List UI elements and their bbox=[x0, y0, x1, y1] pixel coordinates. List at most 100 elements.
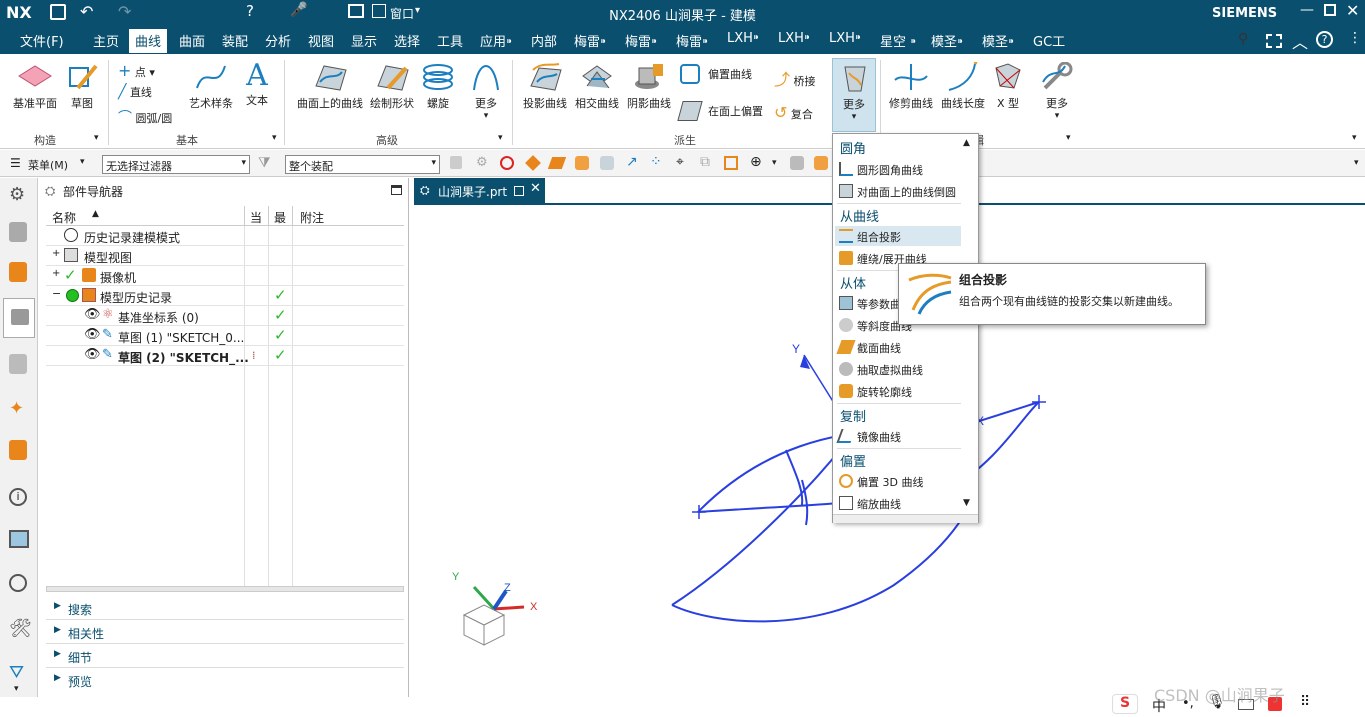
tree-row-datum-csys[interactable]: 👁 ⚛ 基准坐标系 (0) ✓ bbox=[46, 306, 404, 326]
no-entry-icon[interactable] bbox=[500, 156, 514, 170]
body-icon[interactable] bbox=[575, 156, 589, 170]
menu-item-offset-3d[interactable]: 偏置 3D 曲线 bbox=[835, 471, 961, 491]
offset-on-face-button[interactable]: 在面上偏置 bbox=[677, 101, 763, 121]
collapse-ribbon-icon[interactable]: ︿ bbox=[1292, 29, 1308, 53]
menu-view[interactable]: 视图 bbox=[308, 31, 334, 50]
minimize-icon[interactable]: — bbox=[1300, 2, 1314, 18]
menu-plugin-1[interactable]: 梅雷⁍ bbox=[574, 31, 607, 50]
info-icon[interactable]: i bbox=[9, 488, 27, 506]
snap-point-icon[interactable]: ⌖ bbox=[676, 154, 684, 170]
menu-assembly[interactable]: 装配 bbox=[222, 31, 248, 50]
bridge-curve-button[interactable]: ⤴ 桥接 bbox=[774, 66, 816, 90]
offset-curve-button[interactable]: 偏置曲线 bbox=[680, 64, 752, 84]
selection-scope-select[interactable]: 整个装配 ▾ bbox=[285, 155, 440, 174]
web-browser-icon[interactable] bbox=[9, 440, 27, 460]
group-basic-dropdown-icon[interactable]: ▾ bbox=[272, 133, 277, 143]
expand-icon[interactable]: + bbox=[52, 268, 60, 279]
feature-select-icon[interactable]: ⚙ bbox=[476, 155, 488, 170]
tools-icon[interactable]: 🛠 bbox=[9, 618, 32, 639]
menu-item-silhouette[interactable]: 旋转轮廓线 bbox=[835, 381, 961, 401]
assembly-navigator-icon[interactable] bbox=[9, 222, 27, 242]
project-curve-button[interactable]: 投影曲线 bbox=[520, 62, 570, 111]
menu-tools[interactable]: 工具 bbox=[437, 31, 463, 50]
scroll-down-icon[interactable]: ▼ bbox=[963, 498, 970, 508]
menu-gc[interactable]: GC工 bbox=[1033, 31, 1065, 50]
settings-gear-icon[interactable]: ⚙ bbox=[9, 184, 25, 205]
column-latest[interactable]: 最 bbox=[274, 209, 286, 226]
close-tab-icon[interactable]: ✕ bbox=[530, 181, 541, 196]
group-advanced-dropdown-icon[interactable]: ▾ bbox=[498, 133, 503, 143]
close-icon[interactable]: ✕ bbox=[1346, 1, 1359, 20]
menu-mosheng-2[interactable]: 模圣⁍ bbox=[982, 31, 1015, 50]
xtype-button[interactable]: X 型 bbox=[990, 62, 1026, 111]
panel-preview[interactable]: ▶ 预览 bbox=[46, 670, 404, 692]
arc-circle-button[interactable]: ⌒ 圆弧/圆 bbox=[118, 107, 172, 127]
curve-on-surface-button[interactable]: 曲面上的曲线 bbox=[294, 62, 366, 111]
history-clock-icon[interactable] bbox=[9, 574, 27, 592]
snap-options-icon[interactable]: ⊕ bbox=[750, 154, 762, 170]
curve-length-button[interactable]: 曲线长度 bbox=[938, 55, 988, 111]
sheet-icon[interactable] bbox=[600, 156, 614, 170]
shadow-curve-button[interactable]: 阴影曲线 bbox=[624, 62, 674, 111]
system-materials-icon[interactable] bbox=[9, 530, 29, 548]
more-menu-icon[interactable]: ⋮ bbox=[1348, 30, 1362, 46]
navigator-splitter[interactable] bbox=[46, 586, 404, 592]
column-notes[interactable]: 附注 bbox=[300, 209, 324, 226]
group-edit-dropdown-icon[interactable]: ▾ bbox=[1066, 133, 1071, 143]
sketch-button[interactable]: 草图 bbox=[62, 62, 102, 111]
group-construct-dropdown-icon[interactable]: ▾ bbox=[94, 133, 99, 143]
document-tab[interactable]: ⛭ 山涧果子.prt ✕ bbox=[414, 178, 545, 204]
roles-icon[interactable]: ⛛ bbox=[9, 662, 24, 683]
menu-mosheng-1[interactable]: 模圣⁍ bbox=[931, 31, 964, 50]
tree-row-sketch-1[interactable]: 👁 ✎ 草图 (1) "SKETCH_0... ✓ bbox=[46, 326, 404, 346]
datum-plane-button[interactable]: 基准平面 bbox=[8, 62, 62, 111]
collapse-icon[interactable]: − bbox=[52, 287, 61, 300]
tree-row-history-mode[interactable]: 历史记录建模模式 bbox=[46, 226, 404, 246]
tree-row-sketch-2[interactable]: 👁 ✎ 草图 (2) "SKETCH_... ⁞ ✓ bbox=[46, 346, 404, 366]
menu-item-combined-projection[interactable]: 组合投影 bbox=[835, 226, 961, 246]
help-circle-icon[interactable]: ? bbox=[1316, 31, 1333, 48]
panel-dependencies[interactable]: ▶ 相关性 bbox=[46, 622, 404, 644]
shaded-icon[interactable] bbox=[814, 156, 828, 170]
eye-icon[interactable]: 👁 bbox=[84, 327, 101, 342]
point-filter-icon[interactable]: ⁘ bbox=[650, 154, 662, 170]
menu-item-mirror-curve[interactable]: 镜像曲线 bbox=[835, 426, 961, 446]
menu-curve[interactable]: 曲线 bbox=[129, 29, 168, 53]
tree-row-cameras[interactable]: + ✓ 摄像机 bbox=[46, 266, 404, 286]
panel-search[interactable]: ▶ 搜索 bbox=[46, 598, 404, 620]
trim-curve-button[interactable]: 修剪曲线 bbox=[886, 62, 936, 111]
menu-home[interactable]: 主页 bbox=[93, 31, 119, 50]
menu-file[interactable]: 文件(F) bbox=[20, 31, 64, 50]
menu-application[interactable]: 应用⁍ bbox=[480, 31, 513, 50]
chevron-down-icon[interactable]: ▾ bbox=[772, 158, 777, 168]
menu-button[interactable]: 菜单(M) bbox=[28, 157, 68, 173]
derived-more-button[interactable]: 更多 ▾ bbox=[832, 58, 876, 132]
edit-more-button[interactable]: 更多 ▾ bbox=[1038, 61, 1076, 121]
text-button[interactable]: A 文本 bbox=[240, 58, 274, 108]
fullscreen-icon[interactable] bbox=[1266, 34, 1282, 48]
menu-analysis[interactable]: 分析 bbox=[265, 31, 291, 50]
tree-row-model-history[interactable]: − 模型历史记录 ✓ bbox=[46, 286, 404, 306]
menu-item-extract-virtual[interactable]: 抽取虚拟曲线 bbox=[835, 359, 961, 379]
menu-lxh-2[interactable]: LXH⁍ bbox=[778, 31, 810, 46]
draw-shape-button[interactable]: 绘制形状 bbox=[368, 62, 416, 111]
menu-lxh-3[interactable]: LXH⁍ bbox=[829, 31, 861, 46]
menu-item-scale-curve[interactable]: 缩放曲线 bbox=[835, 493, 961, 513]
restore-icon[interactable] bbox=[1324, 4, 1336, 16]
eye-icon[interactable]: 👁 bbox=[84, 307, 101, 322]
sogou-ime-icon[interactable]: S bbox=[1112, 694, 1138, 714]
panel-details[interactable]: ▶ 细节 bbox=[46, 646, 404, 668]
constraint-navigator-icon[interactable] bbox=[9, 262, 27, 282]
maximize-panel-icon[interactable] bbox=[391, 185, 402, 195]
column-name[interactable]: 名称 bbox=[52, 209, 76, 226]
menu-dropdown-icon[interactable]: ▾ bbox=[80, 157, 85, 167]
menu-xingkong[interactable]: 星空 ⁍ bbox=[880, 31, 917, 50]
menu-item-circular-fillet-curve[interactable]: 圆形圆角曲线 bbox=[835, 159, 961, 179]
menu-display[interactable]: 显示 bbox=[351, 31, 377, 50]
snap-grid-icon[interactable]: ⧉ bbox=[700, 154, 710, 170]
hd3d-tools-icon[interactable]: ✦ bbox=[9, 398, 24, 419]
part-navigator-tab[interactable] bbox=[3, 298, 35, 338]
chevron-down-icon[interactable]: ▾ bbox=[14, 684, 19, 694]
sort-ascending-icon[interactable]: ▲ bbox=[92, 209, 99, 219]
reuse-library-icon[interactable] bbox=[9, 354, 27, 374]
